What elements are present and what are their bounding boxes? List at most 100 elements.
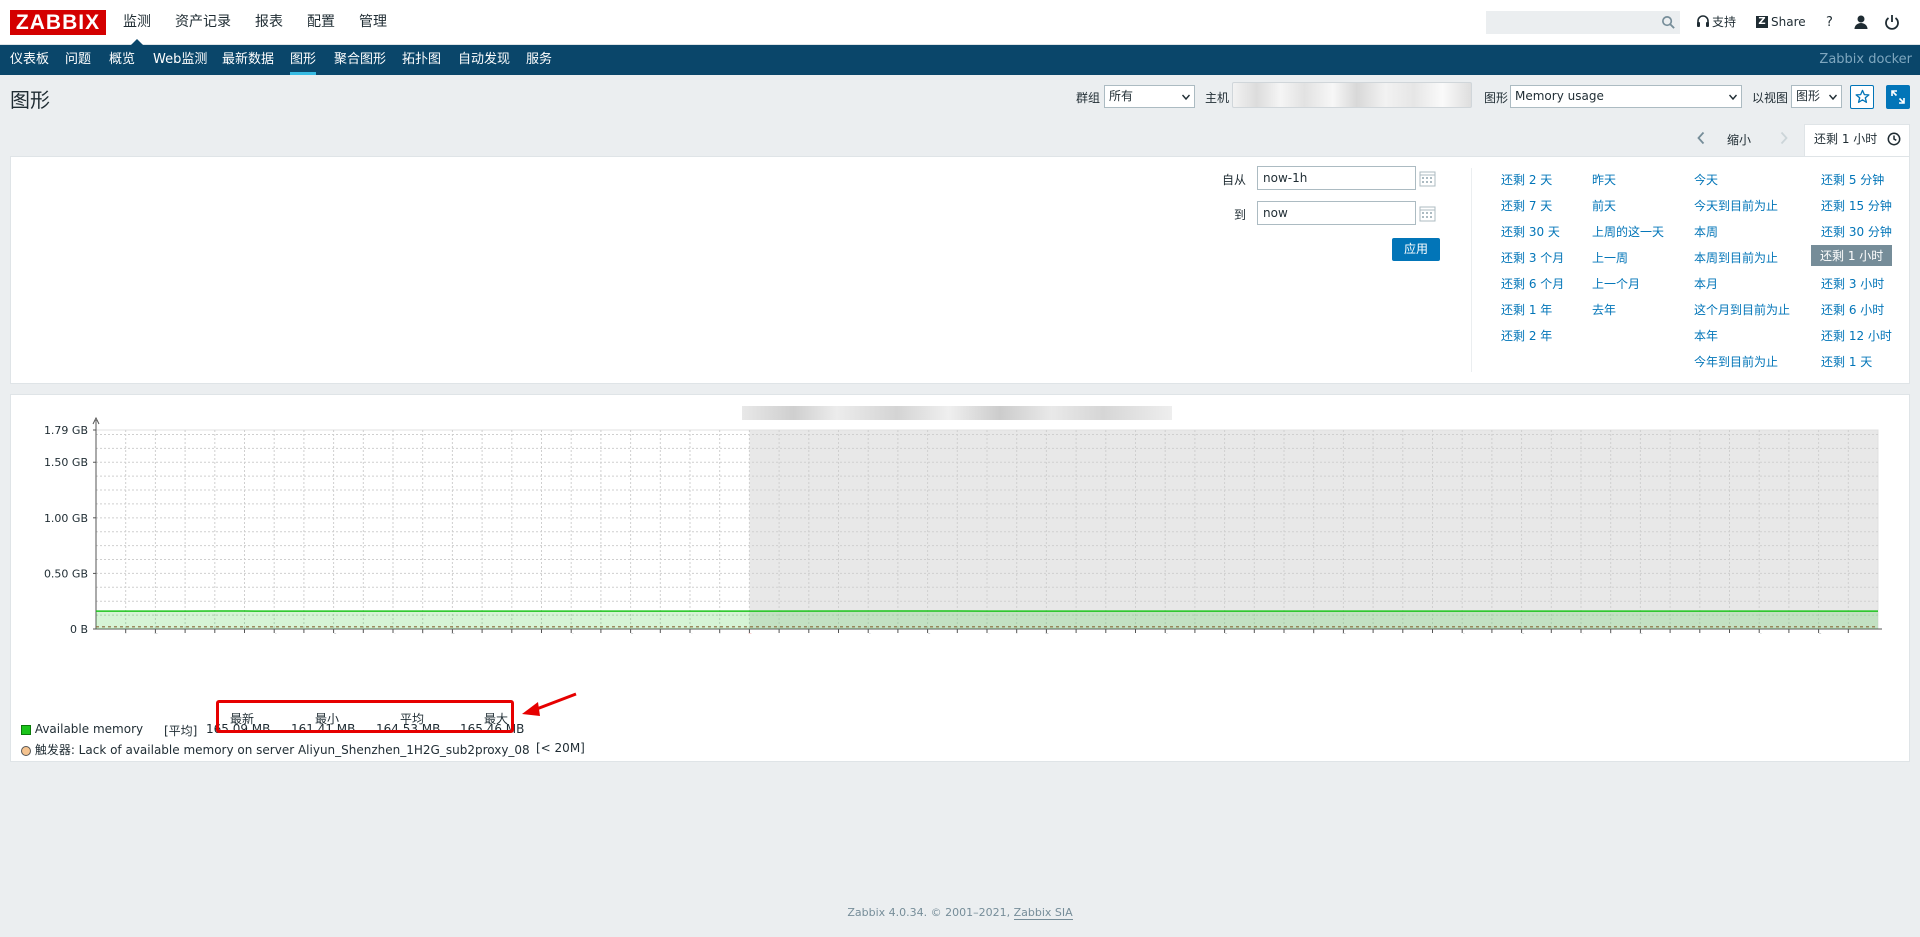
submenu-maps[interactable]: 拓扑图 — [402, 45, 441, 75]
x-tick-label: 18:23 — [1429, 633, 1440, 634]
footer-text: Zabbix 4.0.34. © 2001–2021, — [847, 906, 1014, 919]
x-tick-label: 18:02 — [805, 633, 816, 634]
quick-range[interactable]: 还剩 7 天 — [1501, 197, 1552, 214]
submenu-latest-data[interactable]: 最新数据 — [222, 45, 274, 75]
quick-range[interactable]: 上一个月 — [1592, 275, 1640, 292]
x-tick-label: 18:01 — [775, 633, 786, 634]
x-tick-label: 17:43 — [241, 633, 252, 634]
quick-range[interactable]: 昨天 — [1592, 171, 1616, 188]
x-tick-label: 18:24 — [1458, 633, 1469, 634]
quick-range[interactable]: 还剩 15 分钟 — [1821, 197, 1892, 214]
quick-range[interactable]: 还剩 6 个月 — [1501, 275, 1564, 292]
user-profile-icon[interactable] — [1853, 14, 1869, 30]
from-input[interactable]: now-1h — [1257, 166, 1416, 190]
calendar-icon[interactable] — [1419, 170, 1436, 187]
submenu-overview[interactable]: 概览 — [109, 45, 135, 75]
quick-range[interactable]: 还剩 12 小时 — [1821, 327, 1892, 344]
quick-range[interactable]: 还剩 6 小时 — [1821, 301, 1884, 318]
quick-range[interactable]: 上周的这一天 — [1592, 223, 1664, 240]
quick-range-selected[interactable]: 还剩 1 小时 — [1811, 245, 1893, 266]
quick-range[interactable]: 今年到目前为止 — [1694, 353, 1778, 370]
quick-range[interactable]: 这个月到目前为止 — [1694, 301, 1790, 318]
quick-range[interactable]: 前天 — [1592, 197, 1616, 214]
share-link[interactable]: Share — [1771, 0, 1806, 45]
x-tick-label: 18:33 — [1726, 633, 1737, 634]
y-tick-label: 1.79 GB — [44, 424, 88, 437]
group-label: 群组 — [1076, 91, 1101, 105]
search-input[interactable] — [1486, 11, 1680, 34]
x-tick-label: 17:42 — [211, 633, 222, 634]
submenu-graphs[interactable]: 图形 — [290, 45, 317, 75]
x-tick-label: 18:29 — [1607, 633, 1618, 634]
submenu-problems[interactable]: 问题 — [65, 45, 91, 75]
graph-select[interactable]: Memory usage — [1510, 85, 1742, 108]
legend-trigger: 触发器: Lack of available memory on server … — [21, 741, 530, 758]
quick-range[interactable]: 上一周 — [1592, 249, 1628, 266]
quick-range[interactable]: 还剩 3 个月 — [1501, 249, 1564, 266]
calendar-icon[interactable] — [1419, 205, 1436, 222]
x-tick-label: 17:51 — [478, 633, 489, 634]
quick-range[interactable]: 本年 — [1694, 327, 1718, 344]
quick-range[interactable]: 还剩 30 分钟 — [1821, 223, 1892, 240]
x-tick-label: 18:16 — [1221, 633, 1232, 634]
submenu-screens[interactable]: 聚合图形 — [334, 45, 386, 75]
share-icon: Z — [1756, 16, 1768, 28]
submenu-services[interactable]: 服务 — [526, 45, 552, 75]
quick-range[interactable]: 还剩 30 天 — [1501, 223, 1560, 240]
chevron-right-icon[interactable] — [1779, 131, 1789, 145]
quick-range[interactable]: 本月 — [1694, 275, 1718, 292]
zabbix-logo[interactable]: ZABBIX — [10, 10, 106, 35]
support-link[interactable]: 支持 — [1712, 0, 1736, 45]
x-tick-label: 18:30 — [1636, 633, 1647, 634]
memory-chart[interactable]: 1.79 GB 1.50 GB 1.00 GB 0.50 GB 0 B 17:39 17:4… — [0, 394, 1920, 634]
search-icon[interactable] — [1661, 15, 1676, 30]
menu-inventory[interactable]: 资产记录 — [175, 0, 231, 45]
quick-range[interactable]: 本周到目前为止 — [1694, 249, 1778, 266]
fullscreen-button[interactable] — [1886, 85, 1910, 109]
quick-range[interactable]: 今天到目前为止 — [1694, 197, 1778, 214]
to-input[interactable]: now — [1257, 201, 1416, 225]
quick-range[interactable]: 还剩 2 天 — [1501, 171, 1552, 188]
submenu-discovery[interactable]: 自动发现 — [458, 45, 510, 75]
quick-range[interactable]: 还剩 1 年 — [1501, 301, 1552, 318]
x-tick-label: 17:59 — [716, 633, 727, 634]
x-tick-label: 17:39 — [122, 633, 133, 634]
host-select[interactable] — [1232, 82, 1472, 108]
chevron-down-icon — [1829, 94, 1837, 101]
graph-label: 图形 — [1484, 91, 1509, 105]
quick-range[interactable]: 还剩 1 天 — [1821, 353, 1872, 370]
quick-range[interactable]: 还剩 2 年 — [1501, 327, 1552, 344]
apply-button[interactable]: 应用 — [1392, 238, 1440, 261]
x-tick-label: 18:35 — [1785, 633, 1796, 634]
menu-reports[interactable]: 报表 — [255, 0, 283, 45]
submenu-dashboard[interactable]: 仪表板 — [10, 45, 49, 75]
legend-func: [平均] — [164, 724, 198, 738]
favorite-button[interactable] — [1850, 85, 1874, 109]
help-link[interactable]: ? — [1826, 0, 1833, 45]
x-tick-label: 18:14 — [1161, 633, 1172, 634]
x-tick-label: 18:03 — [835, 633, 846, 634]
x-tick-label: 18:26 — [1518, 633, 1529, 634]
footer-link[interactable]: Zabbix SIA — [1013, 906, 1073, 920]
quick-range[interactable]: 还剩 5 分钟 — [1821, 171, 1884, 188]
legend-series: Available memory — [21, 722, 143, 736]
x-tick-label: 17:45 — [300, 633, 311, 634]
time-period-tab[interactable]: 还剩 1 小时 — [1804, 124, 1910, 157]
chevron-left-icon[interactable] — [1696, 131, 1706, 145]
group-select[interactable]: 所有 — [1104, 85, 1195, 108]
quick-range[interactable]: 本周 — [1694, 223, 1718, 240]
quick-range[interactable]: 去年 — [1592, 301, 1616, 318]
menu-configuration[interactable]: 配置 — [307, 0, 335, 45]
menu-administration[interactable]: 管理 — [359, 0, 387, 45]
zoom-out-button[interactable]: 缩小 — [1727, 131, 1751, 148]
x-tick-label: 17:44 — [270, 633, 281, 634]
quick-range[interactable]: 还剩 3 小时 — [1821, 275, 1884, 292]
menu-monitoring[interactable]: 监测 — [123, 0, 151, 45]
y-tick-label: 0 B — [70, 623, 88, 634]
sign-out-icon[interactable] — [1884, 14, 1900, 30]
x-tick-label: 18:27 — [1547, 633, 1558, 634]
quick-range[interactable]: 今天 — [1694, 171, 1718, 188]
submenu-web[interactable]: Web监测 — [153, 45, 207, 75]
x-tick-label: 18:25 — [1488, 633, 1499, 634]
view-as-select[interactable]: 图形 — [1791, 85, 1842, 108]
